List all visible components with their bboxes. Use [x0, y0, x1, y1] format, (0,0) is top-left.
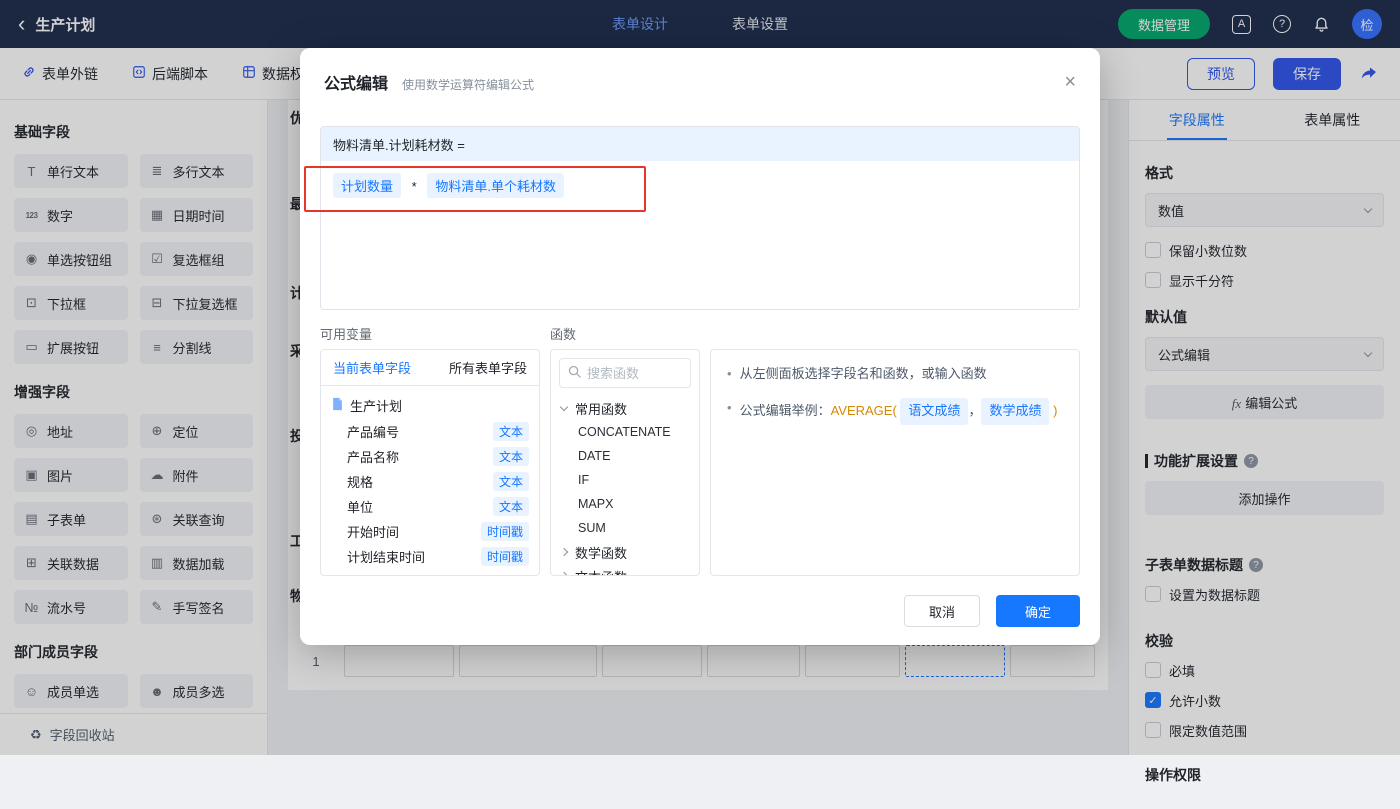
document-icon: [331, 397, 344, 414]
formula-operator: *: [411, 179, 417, 194]
field-type-badge: 时间戳: [480, 522, 529, 541]
chevron-right-icon: [559, 571, 569, 575]
variables-label: 可用变量: [320, 327, 373, 342]
tab-all-form-fields[interactable]: 所有表单字段: [449, 358, 527, 377]
form-name: 生产计划: [350, 399, 403, 414]
function-group-common[interactable]: 常用函数: [551, 396, 699, 420]
field-type-badge: 时间戳: [480, 547, 529, 566]
function-item[interactable]: DATE: [551, 444, 699, 468]
function-search-input[interactable]: [587, 365, 682, 381]
bullet-icon: •: [727, 399, 732, 415]
function-group-math[interactable]: 数学函数: [551, 540, 699, 564]
variable-row[interactable]: 开始时间 时间戳: [321, 519, 539, 544]
variable-row[interactable]: 单位 文本: [321, 494, 539, 519]
function-item[interactable]: MAPX: [551, 492, 699, 516]
variable-row[interactable]: 产品名称 文本: [321, 444, 539, 469]
variables-pane: 当前表单字段 所有表单字段 生产计划 产品编号 文本 产品名称 文本 规格 文本 单位…: [320, 349, 540, 576]
help-line-1: • 从左侧面板选择字段名和函数，或输入函数: [727, 364, 1063, 385]
search-icon: [568, 365, 581, 381]
field-type-badge: 文本: [492, 497, 529, 516]
dialog-subtitle: 使用数学运算符编辑公式: [402, 78, 535, 92]
help-example-close: ): [1053, 402, 1058, 418]
function-item[interactable]: SUM: [551, 516, 699, 540]
variable-row[interactable]: 规格 文本: [321, 469, 539, 494]
bullet-icon: •: [727, 366, 732, 381]
formula-target: 物料清单.计划耗材数 =: [321, 127, 1079, 161]
function-item[interactable]: CONCATENATE: [551, 420, 699, 444]
variable-row[interactable]: 计划结束时间 时间戳: [321, 544, 539, 569]
formula-edit-dialog: 公式编辑 使用数学运算符编辑公式 × 物料清单.计划耗材数 = 计划数量 * 物…: [300, 48, 1100, 645]
dialog-title: 公式编辑: [324, 76, 389, 93]
variable-row[interactable]: 产品编号 文本: [321, 419, 539, 444]
help-example-function: AVERAGE(: [830, 402, 897, 418]
field-type-badge: 文本: [492, 472, 529, 491]
formula-token-right[interactable]: 物料清单.单个耗材数: [427, 173, 564, 198]
functions-label: 函数: [550, 327, 577, 342]
help-line-2: • 公式编辑举例：AVERAGE( 语文成绩，数学成绩 ): [727, 397, 1063, 425]
help-example-tag: 数学成绩: [981, 397, 1050, 425]
functions-pane: 常用函数 CONCATENATE DATE IF MAPX SUM 数学函数 文…: [550, 349, 700, 576]
tab-current-form-fields[interactable]: 当前表单字段: [333, 358, 411, 377]
help-pane: • 从左侧面板选择字段名和函数，或输入函数 • 公式编辑举例：AVERAGE( …: [710, 349, 1080, 576]
chevron-down-icon: [559, 402, 569, 411]
close-icon[interactable]: ×: [1064, 72, 1076, 92]
function-search[interactable]: [559, 358, 691, 388]
cancel-button[interactable]: 取消: [904, 595, 980, 627]
confirm-button[interactable]: 确定: [996, 595, 1080, 627]
form-tree-root[interactable]: 生产计划: [321, 392, 539, 419]
formula-token-left[interactable]: 计划数量: [333, 173, 402, 198]
formula-editor: 物料清单.计划耗材数 = 计划数量 * 物料清单.单个耗材数: [320, 126, 1080, 310]
field-type-badge: 文本: [492, 422, 529, 441]
function-item[interactable]: IF: [551, 468, 699, 492]
function-group-text[interactable]: 文本函数: [551, 564, 699, 575]
operation-permission-title: 操作权限: [1145, 767, 1201, 783]
help-example-tag: 语文成绩: [900, 397, 969, 425]
formula-input-area[interactable]: 计划数量 * 物料清单.单个耗材数: [321, 161, 1079, 309]
help-example-prefix: 公式编辑举例：: [739, 402, 831, 418]
field-type-badge: 文本: [492, 447, 529, 466]
chevron-right-icon: [559, 547, 569, 557]
